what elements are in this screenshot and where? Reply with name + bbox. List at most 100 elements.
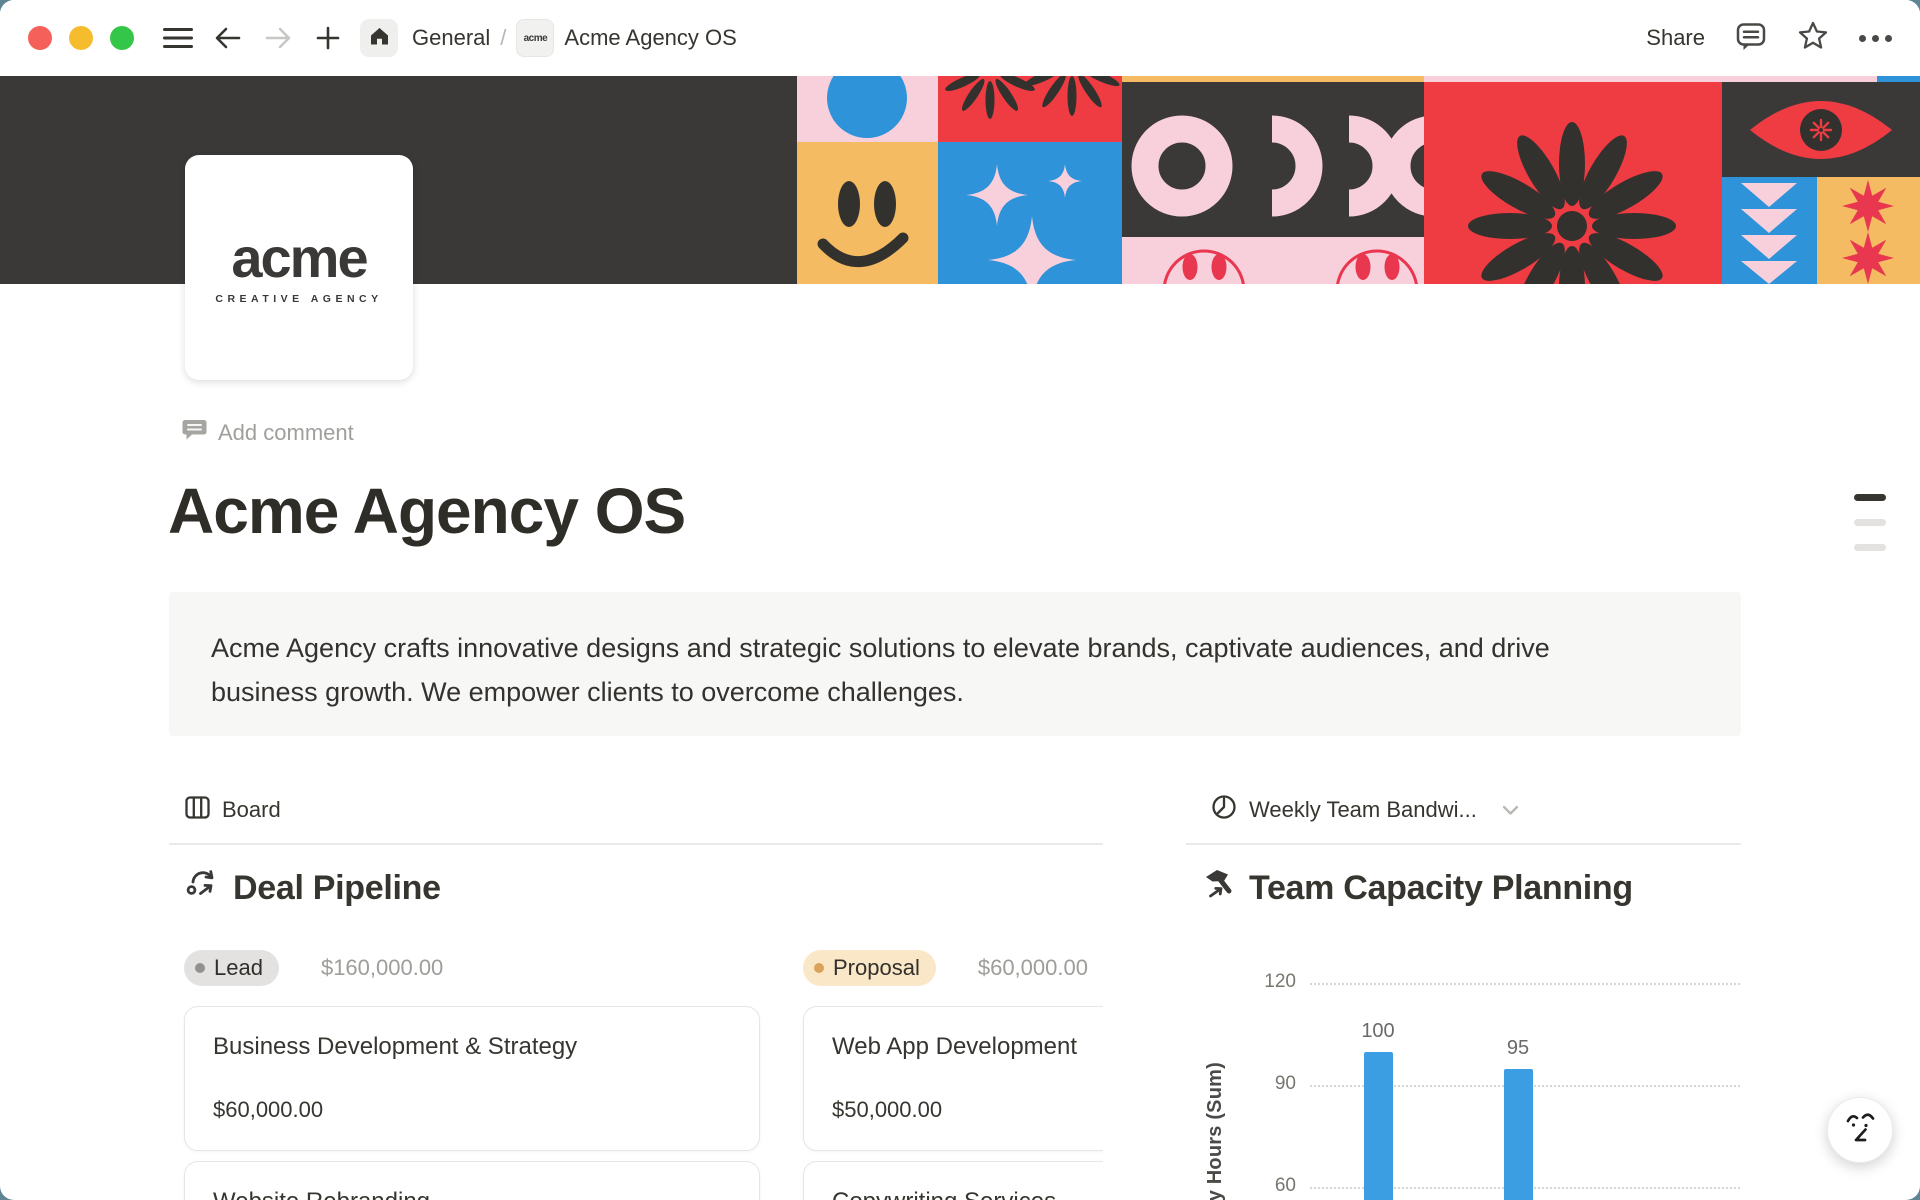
page-title: Acme Agency OS — [168, 474, 685, 548]
bar-value-label: 95 — [1483, 1037, 1553, 1060]
chart-bar-2 — [1504, 1069, 1533, 1200]
cover-tile-bursts — [938, 76, 1122, 142]
eye-shape — [1722, 82, 1920, 177]
sidebar-menu-button[interactable] — [158, 18, 198, 58]
cover-tile-smiley-outlines — [1122, 237, 1424, 284]
team-capacity-heading: Team Capacity Planning — [1200, 866, 1633, 911]
page-icon-logo[interactable]: acme CREATIVE AGENCY — [185, 155, 413, 380]
page-mini-logo: acme — [516, 19, 554, 57]
cover-tile-oddc — [1122, 82, 1424, 237]
burst-shapes — [938, 76, 1122, 142]
deal-card-title: Web App Development — [832, 1033, 1103, 1061]
home-button[interactable] — [360, 19, 398, 57]
logo-tagline: CREATIVE AGENCY — [215, 293, 382, 305]
view-divider — [1186, 843, 1741, 845]
toc-bar — [1854, 519, 1886, 526]
status-label: Proposal — [833, 955, 920, 981]
toc-bar-active — [1854, 494, 1886, 501]
logo-wordmark: acme — [231, 230, 366, 286]
breadcrumb-separator: / — [500, 25, 506, 51]
deal-card[interactable]: Website Rebranding — [184, 1161, 760, 1200]
view-divider — [169, 843, 1103, 845]
favorite-star-button[interactable] — [1797, 20, 1829, 56]
breadcrumb: General / acme Acme Agency OS — [412, 19, 737, 57]
new-tab-button[interactable] — [308, 18, 348, 58]
board-view-icon — [184, 794, 211, 827]
app-window: General / acme Acme Agency OS Share — [0, 0, 1920, 1200]
circle-shape — [827, 76, 907, 138]
flower-shape — [1424, 82, 1722, 284]
weekly-bandwidth-label: Weekly Team Bandwi... — [1249, 797, 1477, 823]
ring-crescent-shapes — [1122, 82, 1424, 237]
deal-card-title: Copywriting Services — [832, 1188, 1103, 1200]
deal-card-amount: $50,000.00 — [832, 1097, 1103, 1123]
status-badge-proposal[interactable]: Proposal — [803, 950, 936, 986]
breadcrumb-page[interactable]: Acme Agency OS — [564, 25, 736, 51]
tab-weekly-bandwidth-view[interactable]: Weekly Team Bandwi... — [1210, 794, 1519, 826]
y-tick-60: 60 — [1240, 1175, 1296, 1197]
callout-block: Acme Agency crafts innovative designs an… — [169, 592, 1741, 736]
zoom-window-button[interactable] — [110, 26, 134, 50]
chart-y-axis-label: Weekly Hours (Sum) — [1204, 1062, 1227, 1200]
breadcrumb-root[interactable]: General — [412, 25, 490, 51]
deal-pipeline-heading: Deal Pipeline — [184, 866, 441, 911]
cover-tile-flower — [1424, 82, 1722, 284]
hamburger-icon — [162, 26, 194, 50]
smiley-outline-shapes — [1122, 237, 1424, 284]
triangle-shapes — [1722, 177, 1817, 284]
deal-card-title: Business Development & Strategy — [213, 1033, 731, 1061]
add-comment-button[interactable]: Add comment — [182, 418, 354, 448]
back-button[interactable] — [208, 18, 248, 58]
share-button[interactable]: Share — [1646, 25, 1705, 51]
home-icon — [368, 25, 391, 52]
group-sum: $160,000.00 — [321, 955, 443, 981]
more-options-button[interactable] — [1859, 35, 1892, 42]
board-view-label: Board — [222, 797, 281, 823]
notion-ai-button[interactable] — [1827, 1097, 1893, 1163]
arrow-right-icon — [262, 24, 294, 52]
cover-tile-stars — [1817, 177, 1920, 284]
gridline-120 — [1310, 983, 1740, 985]
callout-text: Acme Agency crafts innovative designs an… — [211, 626, 1621, 714]
window-chrome: General / acme Acme Agency OS Share — [0, 0, 1920, 76]
iterate-arrows-icon — [184, 866, 220, 911]
traffic-lights — [28, 26, 134, 50]
status-dot — [195, 963, 205, 973]
smiley-face-icon — [797, 142, 938, 284]
comment-bubble-icon — [182, 418, 207, 448]
add-comment-label: Add comment — [218, 420, 354, 446]
chevron-down-icon[interactable] — [1502, 805, 1519, 816]
star-shapes — [1817, 177, 1920, 284]
hammer-icon — [1200, 866, 1236, 911]
minimize-window-button[interactable] — [69, 26, 93, 50]
cover-tile-triangles — [1722, 177, 1817, 284]
cover-tile-circle — [797, 76, 938, 142]
deal-card[interactable]: Web App Development $50,000.00 — [803, 1006, 1103, 1151]
comments-button[interactable] — [1735, 21, 1767, 56]
ai-face-icon — [1843, 1109, 1877, 1152]
plus-icon — [314, 24, 342, 52]
team-capacity-title: Team Capacity Planning — [1249, 869, 1633, 908]
close-window-button[interactable] — [28, 26, 52, 50]
y-tick-120: 120 — [1240, 971, 1296, 993]
deal-card[interactable]: Business Development & Strategy $60,000.… — [184, 1006, 760, 1151]
table-of-contents-indicator[interactable] — [1854, 494, 1886, 551]
sparkle-shapes — [938, 142, 1122, 284]
chart-bar-1 — [1364, 1052, 1393, 1200]
group-sum: $60,000.00 — [978, 955, 1088, 981]
status-badge-lead[interactable]: Lead — [184, 950, 279, 986]
cover-tile-smiley — [797, 142, 938, 284]
arrow-left-icon — [212, 24, 244, 52]
deal-card[interactable]: Copywriting Services — [803, 1161, 1103, 1200]
status-label: Lead — [214, 955, 263, 981]
bar-value-label: 100 — [1343, 1020, 1413, 1043]
deal-card-amount: $60,000.00 — [213, 1097, 731, 1123]
forward-button[interactable] — [258, 18, 298, 58]
cover-tile-sparkles — [938, 142, 1122, 284]
group-header: Proposal $60,000.00 — [803, 950, 1088, 986]
deal-pipeline-board: Lead $160,000.00 Business Development & … — [169, 938, 1103, 1200]
tab-board-view[interactable]: Board — [184, 794, 281, 826]
cover-tile-eye — [1722, 82, 1920, 177]
toc-bar — [1854, 544, 1886, 551]
chrome-actions: Share — [1646, 20, 1892, 56]
